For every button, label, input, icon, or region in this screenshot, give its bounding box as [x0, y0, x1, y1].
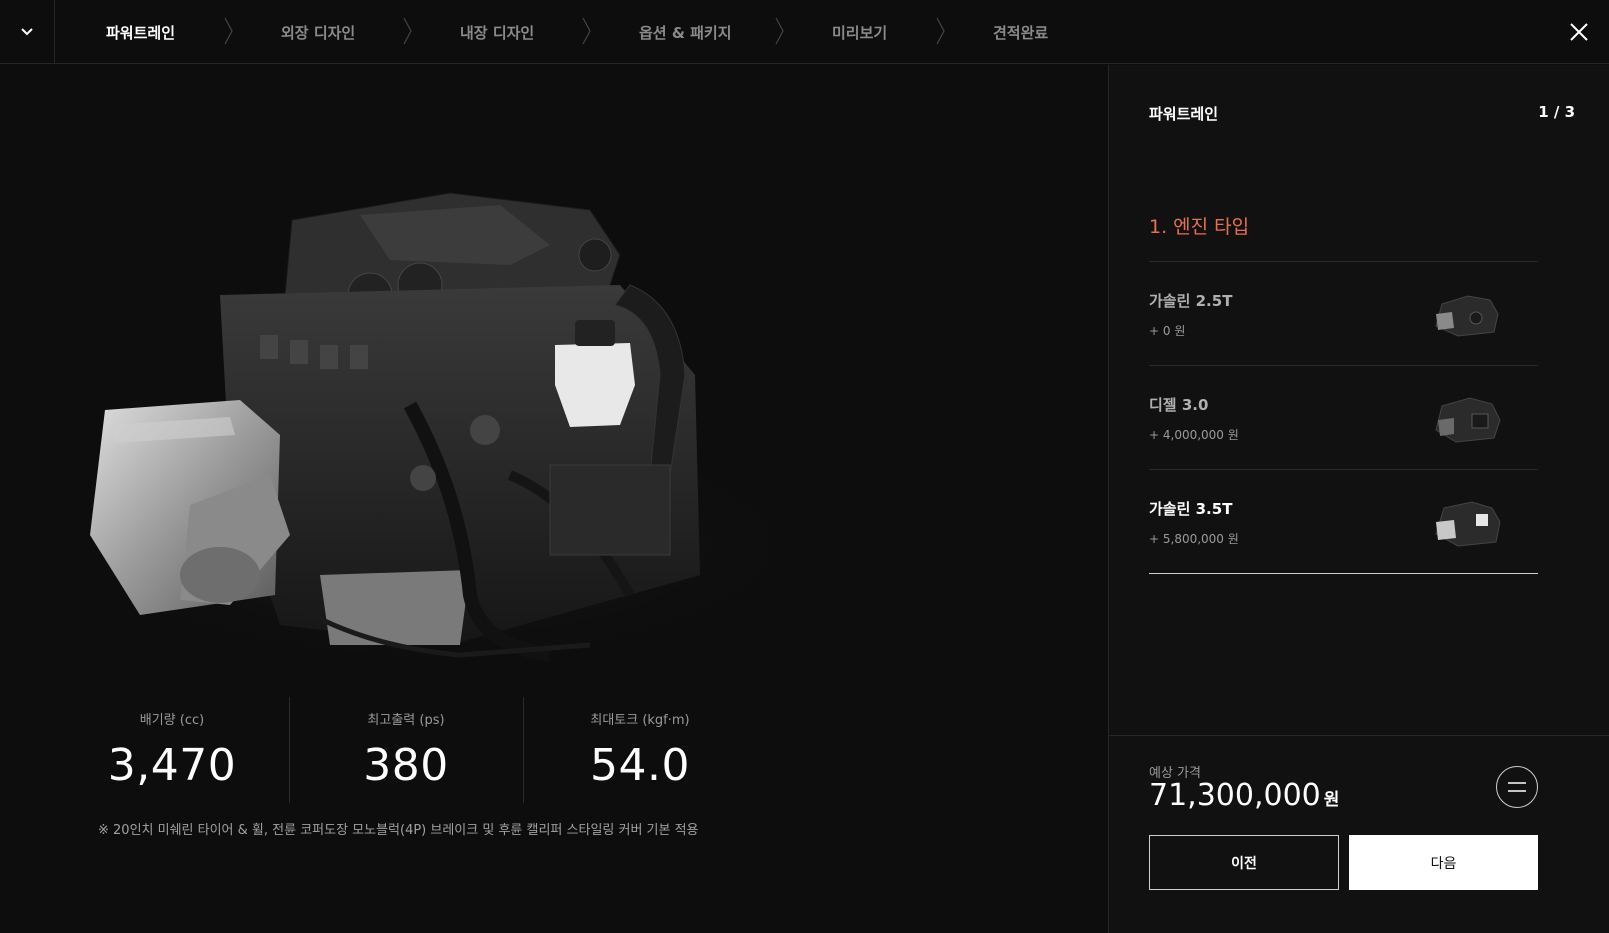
panel-page-indicator: 1 / 3 [1538, 103, 1575, 121]
spec-label: 최대토크 (kgf·m) [590, 713, 690, 728]
engine-thumbnail [1435, 295, 1499, 337]
step-preview[interactable]: 미리보기 [832, 0, 887, 64]
prev-button[interactable]: 이전 [1149, 835, 1339, 890]
main-content: 배기량 (cc) 3,470 최고출력 (ps) 380 최대토크 (kgf·m… [0, 65, 1108, 933]
spec-max-torque: 최대토크 (kgf·m) 54.0 [523, 697, 757, 807]
spec-displacement: 배기량 (cc) 3,470 [55, 697, 289, 807]
engine-thumbnail [1435, 501, 1501, 547]
engine-option-gasoline-2-5t[interactable]: 가솔린 2.5T + 0 원 [1149, 262, 1538, 366]
price-amount: 71,300,000 [1149, 778, 1321, 813]
step-quote-complete[interactable]: 견적완료 [993, 0, 1048, 64]
option-price: + 0 원 [1149, 324, 1186, 338]
engine-specs: 배기량 (cc) 3,470 최고출력 (ps) 380 최대토크 (kgf·m… [55, 697, 735, 807]
spec-value: 380 [363, 740, 449, 791]
spec-footnote: ※ 20인치 미쉐린 타이어 & 휠, 전륜 코퍼도장 모노블럭(4P) 브레이… [98, 823, 699, 838]
step-separator-icon [936, 17, 945, 45]
menu-toggle-button[interactable] [0, 0, 55, 64]
step-separator-icon [224, 17, 233, 45]
option-name: 디젤 3.0 [1149, 396, 1209, 414]
spec-max-power: 최고출력 (ps) 380 [289, 697, 523, 807]
step-options[interactable]: 옵션 & 패키지 [639, 0, 732, 64]
option-price: + 5,800,000 원 [1149, 532, 1239, 546]
step-interior[interactable]: 내장 디자인 [460, 0, 534, 64]
price-unit: 원 [1323, 790, 1340, 810]
step-separator-icon [775, 17, 784, 45]
price-value: 71,300,000 원 [1149, 778, 1339, 813]
engine-image [35, 192, 835, 675]
chevron-down-icon [21, 28, 33, 36]
option-name: 가솔린 3.5T [1149, 500, 1233, 518]
spec-label: 최고출력 (ps) [367, 713, 445, 728]
spec-value: 3,470 [107, 740, 237, 791]
close-icon[interactable] [1567, 20, 1591, 44]
section-title: 1. 엔진 타입 [1149, 216, 1250, 238]
option-panel: 파워트레인 1 / 3 1. 엔진 타입 가솔린 2.5T + 0 원 디젤 3… [1108, 65, 1609, 933]
option-name: 가솔린 2.5T [1149, 292, 1233, 310]
option-price: + 4,000,000 원 [1149, 428, 1239, 442]
summary-menu-button[interactable] [1496, 766, 1538, 808]
menu-lines-icon [1508, 782, 1526, 792]
spec-label: 배기량 (cc) [139, 713, 205, 728]
panel-title: 파워트레인 [1149, 105, 1219, 123]
step-powertrain[interactable]: 파워트레인 [106, 0, 175, 64]
next-button[interactable]: 다음 [1349, 835, 1538, 890]
engine-thumbnail [1435, 397, 1501, 443]
spec-value: 54.0 [590, 740, 690, 791]
top-navigation: 파워트레인 외장 디자인 내장 디자인 옵션 & 패키지 미리보기 견적완료 [0, 0, 1609, 64]
step-separator-icon [582, 17, 591, 45]
engine-option-list: 가솔린 2.5T + 0 원 디젤 3.0 + 4,000,000 원 가솔린 … [1149, 261, 1538, 574]
step-exterior[interactable]: 외장 디자인 [281, 0, 355, 64]
price-summary: 예상 가격 71,300,000 원 이전 다음 [1109, 735, 1609, 933]
step-separator-icon [403, 17, 412, 45]
engine-option-gasoline-3-5t[interactable]: 가솔린 3.5T + 5,800,000 원 [1149, 470, 1538, 574]
engine-option-diesel-3-0[interactable]: 디젤 3.0 + 4,000,000 원 [1149, 366, 1538, 470]
